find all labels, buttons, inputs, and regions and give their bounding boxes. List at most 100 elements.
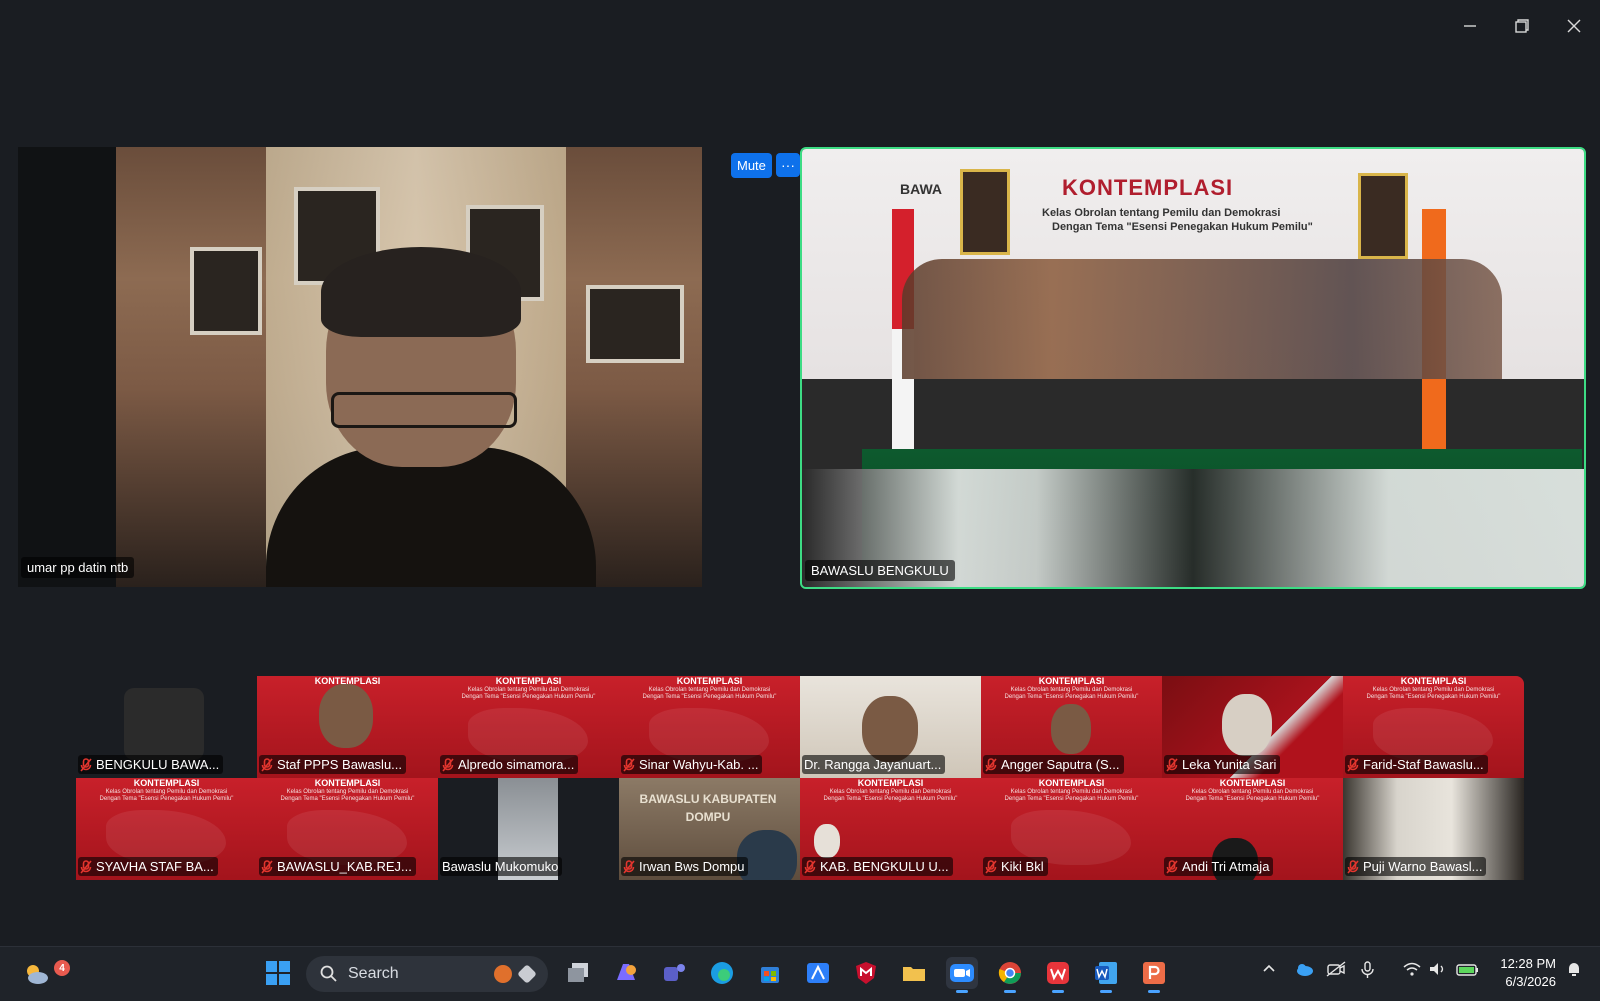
battery-charging-icon — [1456, 964, 1478, 976]
gallery-tile[interactable]: Dr. Rangga Jayanuart... — [800, 676, 981, 778]
volume-tray[interactable] — [1428, 961, 1448, 980]
banner-title: KONTEMPLASI — [1038, 676, 1105, 686]
gallery-name-tag: KAB. BENGKULU U... — [802, 857, 953, 876]
mic-muted-icon — [623, 859, 635, 874]
copilot-app[interactable] — [610, 957, 642, 989]
zoom-icon — [950, 964, 974, 982]
bell-icon — [1569, 963, 1579, 976]
close-icon — [1567, 19, 1581, 33]
gallery-tile[interactable]: Puji Warno Bawasl... — [1343, 778, 1524, 880]
weather-widget[interactable]: 4 — [20, 957, 70, 989]
banner-title: KONTEMPLASI — [1038, 778, 1105, 788]
microsoft-store[interactable] — [754, 957, 786, 989]
gallery-name-tag: Sinar Wahyu-Kab. ... — [621, 755, 763, 774]
banner-subtitle: Kelas Obrolan tentang Pemilu dan Demokra… — [99, 789, 234, 802]
clock-time: 12:28 PM — [1500, 956, 1556, 971]
mic-muted-icon — [261, 859, 273, 874]
gallery-name-tag: Angger Saputra (S... — [983, 755, 1124, 774]
clock-date: 6/3/2026 — [1505, 974, 1556, 989]
banner-subtitle: Kelas Obrolan tentang Pemilu dan Demokra… — [461, 687, 596, 700]
official-portrait — [1358, 173, 1408, 259]
gallery-tile[interactable]: KONTEMPLASI Kelas Obrolan tentang Pemilu… — [1343, 676, 1524, 778]
gallery-tile[interactable]: Bawaslu Mukomuko — [438, 778, 619, 880]
banner-subtitle: Kelas Obrolan tentang Pemilu dan Demokra… — [1366, 687, 1501, 700]
banner-subtitle: Kelas Obrolan tentang Pemilu dan Demokra… — [1004, 687, 1139, 700]
gallery-tile[interactable]: Leka Yunita Sari — [1162, 676, 1343, 778]
participant-face — [1051, 704, 1091, 754]
taskbar-search[interactable]: Search — [306, 956, 548, 992]
mute-button[interactable]: Mute — [731, 153, 772, 178]
gallery-tile[interactable]: KONTEMPLASI Kelas Obrolan tentang Pemilu… — [619, 676, 800, 778]
gallery-tile[interactable]: KONTEMPLASI Kelas Obrolan tentang Pemilu… — [800, 778, 981, 880]
teams-app[interactable] — [658, 957, 690, 989]
official-portrait — [960, 169, 1010, 255]
gallery-tile[interactable]: KONTEMPLASI Kelas Obrolan tentang Pemilu… — [438, 676, 619, 778]
file-explorer[interactable] — [898, 957, 930, 989]
camera-off-icon — [1326, 961, 1346, 977]
chevron-up-icon — [1263, 964, 1275, 972]
mic-muted-icon — [804, 859, 816, 874]
close-button[interactable] — [1562, 14, 1586, 38]
speaker-tile-right-active[interactable]: BAWA KONTEMPLASI Kelas Obrolan tentang P… — [800, 147, 1586, 589]
mic-muted-icon — [80, 757, 92, 772]
word-icon — [1095, 962, 1117, 984]
more-options-button[interactable]: ··· — [776, 153, 800, 177]
banner-subtitle: Kelas Obrolan tentang Pemilu dan Demokra… — [642, 687, 777, 700]
folder-icon — [903, 967, 925, 981]
mcafee-app[interactable] — [850, 957, 882, 989]
speaker-icon — [1430, 963, 1444, 975]
gallery-tile[interactable]: KONTEMPLASI Kelas Obrolan tentang Pemilu… — [76, 778, 257, 880]
participant-glasses — [331, 392, 517, 428]
gallery-name-tag: Puji Warno Bawasl... — [1345, 857, 1487, 876]
speaker-tile-left[interactable]: umar pp datin ntb — [18, 147, 702, 587]
wifi-icon — [1403, 962, 1421, 976]
banner-title: KONTEMPLASI — [1219, 778, 1286, 788]
minimize-button[interactable] — [1458, 14, 1482, 38]
word-app[interactable] — [1090, 957, 1122, 993]
start-button[interactable] — [262, 957, 294, 989]
participant-name: umar pp datin ntb — [21, 557, 135, 578]
gallery-tile[interactable]: KONTEMPLASI Kelas Obrolan tentang Pemilu… — [981, 778, 1162, 880]
windows-taskbar: 4 Search 12:28 PM 6/3/2026 — [0, 946, 1600, 1001]
battery-tray[interactable] — [1456, 961, 1480, 980]
wifi-tray[interactable] — [1402, 961, 1422, 980]
chrome-icon — [998, 962, 1021, 984]
task-view-icon — [568, 963, 588, 982]
taskbar-clock[interactable]: 12:28 PM 6/3/2026 — [1500, 955, 1556, 991]
banner-subtitle: Kelas Obrolan tentang Pemilu dan Demokra… — [280, 789, 415, 802]
wps-icon — [1047, 962, 1069, 984]
gallery-tile[interactable]: BAWASLU KABUPATEN DOMPU Irwan Bws Dompu — [619, 778, 800, 880]
participant-face — [1222, 694, 1272, 756]
weather-icon — [27, 965, 48, 984]
minimize-icon — [1464, 25, 1476, 27]
wps-office-app[interactable] — [1042, 957, 1074, 993]
notification-center[interactable] — [1566, 961, 1582, 980]
mic-muted-icon — [442, 757, 454, 772]
panel-participants — [902, 259, 1502, 379]
zoom-app[interactable] — [946, 957, 978, 993]
gallery-tile[interactable]: KONTEMPLASI Kelas Obrolan tentang Pemilu… — [1162, 778, 1343, 880]
participant-face — [319, 684, 373, 748]
task-view-button[interactable] — [562, 957, 594, 989]
show-hidden-icons[interactable] — [1262, 961, 1276, 978]
participant-gallery: BENGKULU BAWA... KONTEMPLASI Staf PPPS B… — [76, 676, 1528, 882]
editor-app[interactable] — [802, 957, 834, 989]
gallery-name-tag: Farid-Staf Bawaslu... — [1345, 755, 1488, 774]
camera-off-tray[interactable] — [1326, 961, 1346, 980]
gallery-name-tag: Kiki Bkl — [983, 857, 1048, 876]
chrome-browser[interactable] — [994, 957, 1026, 993]
edge-browser[interactable] — [706, 957, 738, 989]
restore-button[interactable] — [1510, 14, 1534, 38]
gallery-tile[interactable]: KONTEMPLASI Staf PPPS Bawaslu... — [257, 676, 438, 778]
gallery-tile[interactable]: KONTEMPLASI Kelas Obrolan tentang Pemilu… — [981, 676, 1162, 778]
mic-muted-icon — [1347, 757, 1359, 772]
mic-tray[interactable] — [1358, 961, 1378, 982]
mic-muted-icon — [261, 757, 273, 772]
teams-icon — [664, 964, 685, 981]
powerpoint-app[interactable] — [1138, 957, 1170, 993]
gallery-tile[interactable]: KONTEMPLASI Kelas Obrolan tentang Pemilu… — [257, 778, 438, 880]
gallery-name-tag: Irwan Bws Dompu — [621, 857, 749, 876]
onedrive-tray[interactable] — [1294, 961, 1314, 980]
pin-icon — [517, 964, 537, 984]
gallery-tile[interactable]: BENGKULU BAWA... — [76, 676, 257, 778]
